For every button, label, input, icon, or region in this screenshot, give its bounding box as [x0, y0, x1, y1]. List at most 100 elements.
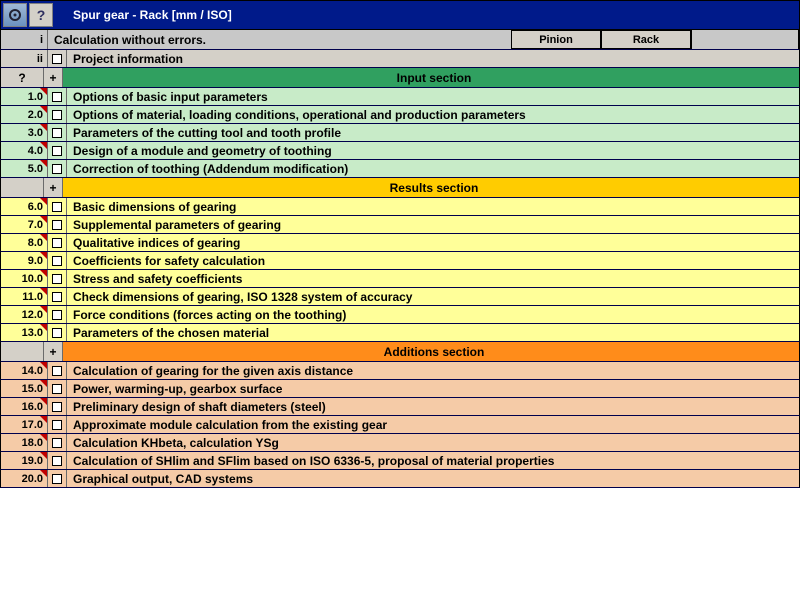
parameter-row[interactable]: 9.0Coefficients for safety calculation	[0, 252, 800, 270]
checkbox[interactable]	[52, 274, 62, 284]
row-num: 10.0	[1, 270, 48, 287]
note-indicator-icon	[40, 452, 47, 459]
row-label: Qualitative indices of gearing	[67, 234, 799, 251]
parameter-row[interactable]: 4.0Design of a module and geometry of to…	[0, 142, 800, 160]
row-label: Calculation of gearing for the given axi…	[67, 362, 799, 379]
checkbox[interactable]	[52, 474, 62, 484]
note-indicator-icon	[40, 398, 47, 405]
app-title: Spur gear - Rack [mm / ISO]	[55, 8, 232, 22]
tab-pinion[interactable]: Pinion	[511, 30, 601, 49]
parameter-row[interactable]: 6.0 Basic dimensions of gearing	[0, 198, 800, 216]
note-indicator-icon	[40, 470, 47, 477]
parameter-row[interactable]: 1.0Options of basic input parameters	[0, 88, 800, 106]
checkbox[interactable]	[52, 110, 62, 120]
checkbox[interactable]	[52, 164, 62, 174]
row-label: Options of material, loading conditions,…	[67, 106, 799, 123]
row-num: 11.0	[1, 288, 48, 305]
note-indicator-icon	[40, 124, 47, 131]
parameter-row[interactable]: 17.0Approximate module calculation from …	[0, 416, 800, 434]
help-icon[interactable]: ?	[29, 3, 53, 27]
parameter-row[interactable]: 11.0Check dimensions of gearing, ISO 132…	[0, 288, 800, 306]
spacer	[1, 342, 44, 361]
parameter-row[interactable]: 5.0Correction of toothing (Addendum modi…	[0, 160, 800, 178]
parameter-row[interactable]: 15.0Power, warming-up, gearbox surface	[0, 380, 800, 398]
checkbox[interactable]	[52, 366, 62, 376]
row-num: 14.0	[1, 362, 48, 379]
note-indicator-icon	[40, 106, 47, 113]
column-tabs: Pinion Rack	[511, 30, 799, 49]
parameter-row[interactable]: 18.0Calculation KHbeta, calculation YSg	[0, 434, 800, 452]
checkbox[interactable]	[52, 384, 62, 394]
row-num: 2.0	[1, 106, 48, 123]
checkbox-cell	[48, 234, 67, 251]
row-num: 8.0	[1, 234, 48, 251]
tab-empty	[691, 30, 799, 49]
parameter-row[interactable]: 12.0Force conditions (forces acting on t…	[0, 306, 800, 324]
row-num: 18.0	[1, 434, 48, 451]
row-label: Force conditions (forces acting on the t…	[67, 306, 799, 323]
parameter-row[interactable]: 14.0 Calculation of gearing for the given…	[0, 362, 800, 380]
parameter-row[interactable]: 19.0Calculation of SHlim and SFlim based…	[0, 452, 800, 470]
checkbox-cell	[48, 50, 67, 67]
checkbox-cell	[48, 198, 67, 215]
checkbox[interactable]	[52, 292, 62, 302]
row-num: 5.0	[1, 160, 48, 177]
note-indicator-icon	[40, 234, 47, 241]
row-label: Parameters of the chosen material	[67, 324, 799, 341]
checkbox[interactable]	[52, 238, 62, 248]
parameter-row[interactable]: 2.0 Options of material, loading conditio…	[0, 106, 800, 124]
note-indicator-icon	[40, 88, 47, 95]
row-num: 20.0	[1, 470, 48, 487]
title-bar-icons: ?	[1, 1, 55, 29]
row-num: 13.0	[1, 324, 48, 341]
checkbox[interactable]	[52, 128, 62, 138]
checkbox-cell	[48, 380, 67, 397]
expand-button[interactable]: +	[44, 342, 63, 361]
checkbox-cell	[48, 324, 67, 341]
row-label: Options of basic input parameters	[67, 88, 799, 105]
parameter-row[interactable]: 13.0 Parameters of the chosen material	[0, 324, 800, 342]
expand-button[interactable]: +	[44, 68, 63, 87]
checkbox[interactable]	[52, 220, 62, 230]
note-indicator-icon	[40, 324, 47, 331]
additions-section-header: + Additions section	[0, 342, 800, 362]
checkbox[interactable]	[52, 328, 62, 338]
checkbox[interactable]	[52, 202, 62, 212]
note-indicator-icon	[40, 198, 47, 205]
parameter-row[interactable]: 16.0Preliminary design of shaft diameter…	[0, 398, 800, 416]
checkbox[interactable]	[52, 438, 62, 448]
row-label: Preliminary design of shaft diameters (s…	[67, 398, 799, 415]
checkbox[interactable]	[52, 456, 62, 466]
row-label: Stress and safety coefficients	[67, 270, 799, 287]
gear-icon[interactable]	[3, 3, 27, 27]
checkbox[interactable]	[52, 310, 62, 320]
note-indicator-icon	[40, 142, 47, 149]
help-button[interactable]: ?	[1, 68, 44, 87]
row-num: 7.0	[1, 216, 48, 233]
expand-button[interactable]: +	[44, 178, 63, 197]
checkbox-cell	[48, 216, 67, 233]
row-label: Basic dimensions of gearing	[67, 198, 799, 215]
checkbox[interactable]	[52, 54, 62, 64]
parameter-row[interactable]: 7.0Supplemental parameters of gearing	[0, 216, 800, 234]
parameter-row[interactable]: 10.0 Stress and safety coefficients	[0, 270, 800, 288]
checkbox[interactable]	[52, 92, 62, 102]
section-title: Input section	[63, 68, 799, 87]
checkbox-cell	[48, 160, 67, 177]
row-num: 9.0	[1, 252, 48, 269]
parameter-row[interactable]: 3.0Parameters of the cutting tool and to…	[0, 124, 800, 142]
project-info-row[interactable]: ii Project information	[0, 50, 800, 68]
note-indicator-icon	[40, 306, 47, 313]
parameter-row[interactable]: 20.0Graphical output, CAD systems	[0, 470, 800, 488]
section-title: Additions section	[63, 342, 799, 361]
checkbox-cell	[48, 106, 67, 123]
parameter-row[interactable]: 8.0 Qualitative indices of gearing	[0, 234, 800, 252]
checkbox[interactable]	[52, 420, 62, 430]
row-num: 6.0	[1, 198, 48, 215]
tab-rack[interactable]: Rack	[601, 30, 691, 49]
checkbox[interactable]	[52, 256, 62, 266]
checkbox[interactable]	[52, 402, 62, 412]
row-num: 15.0	[1, 380, 48, 397]
status-row: i Calculation without errors. Pinion Rac…	[0, 30, 800, 50]
checkbox[interactable]	[52, 146, 62, 156]
